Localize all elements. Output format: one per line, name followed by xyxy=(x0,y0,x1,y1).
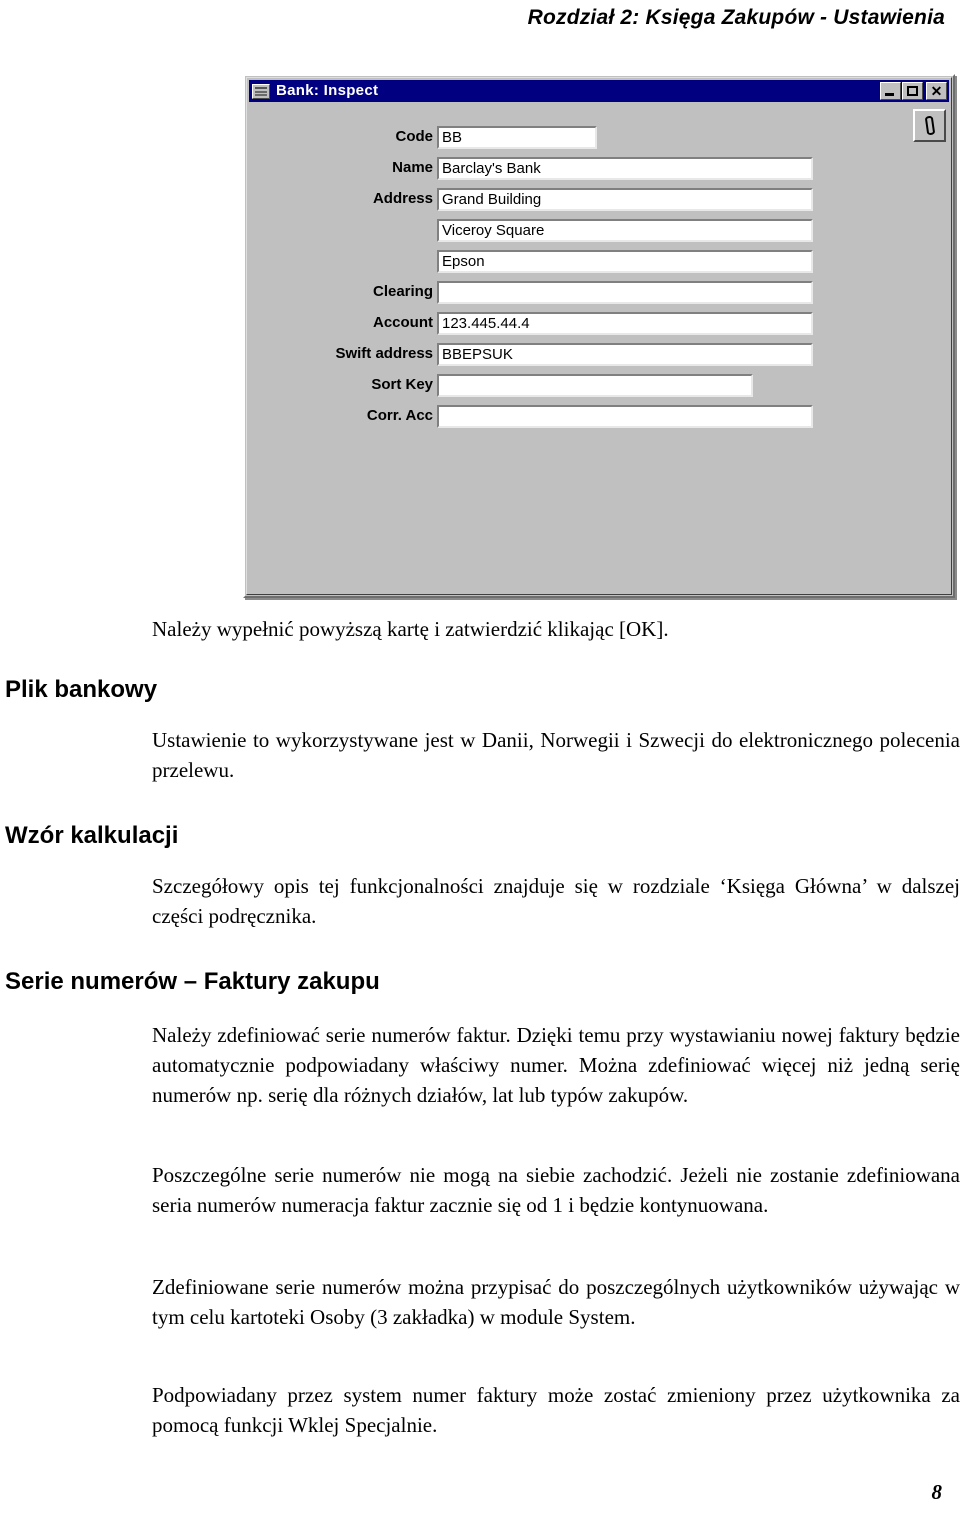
account-input[interactable]: 123.445.44.4 xyxy=(437,312,813,335)
bank-inspect-dialog: Bank: Inspect ✕ Code BB Name Barclay's B… xyxy=(243,74,955,598)
field-label-account: Account xyxy=(373,314,433,331)
form-row-code: Code BB xyxy=(245,126,953,150)
minimize-icon xyxy=(885,93,894,96)
dialog-titlebar[interactable]: Bank: Inspect ✕ xyxy=(249,80,949,102)
paragraph-serie-numerow-4: Podpowiadany przez system numer faktury … xyxy=(152,1383,960,1437)
code-input[interactable]: BB xyxy=(437,126,597,149)
form-row-name: Name Barclay's Bank xyxy=(245,157,953,181)
minimize-button[interactable] xyxy=(880,82,901,100)
paragraph-serie-numerow-1: Należy zdefiniować serie numerów faktur.… xyxy=(152,1023,960,1107)
field-label-address: Address xyxy=(372,190,433,207)
address-line3-input[interactable]: Epson xyxy=(437,250,813,273)
form-row-address-2: Viceroy Square xyxy=(245,219,953,243)
form-row-address-3: Epson xyxy=(245,250,953,274)
field-label-name: Name xyxy=(392,159,433,176)
corr-acc-input[interactable] xyxy=(437,405,813,428)
clearing-input[interactable] xyxy=(437,281,813,304)
page-number: 8 xyxy=(931,1480,943,1504)
form-row-address-1: Address Grand Building xyxy=(245,188,953,212)
field-label-sort-key: Sort Key xyxy=(371,376,433,393)
bank-inspect-figure: Bank: Inspect ✕ Code BB Name Barclay's B… xyxy=(243,74,955,598)
dialog-title: Bank: Inspect xyxy=(276,82,379,99)
maximize-button[interactable] xyxy=(902,82,923,100)
figure-caption: Należy wypełnić powyższą kartę i zatwier… xyxy=(152,617,669,641)
paragraph-plik-bankowy: Ustawienie to wykorzystywane jest w Dani… xyxy=(152,728,960,782)
form-row-swift-address: Swift address BBEPSUK xyxy=(245,343,953,367)
window-document-icon xyxy=(252,83,270,99)
close-icon: ✕ xyxy=(930,83,943,99)
form-row-clearing: Clearing xyxy=(245,281,953,305)
paragraph-serie-numerow-3: Zdefiniowane serie numerów można przypis… xyxy=(152,1275,960,1329)
sort-key-input[interactable] xyxy=(437,374,753,397)
name-input[interactable]: Barclay's Bank xyxy=(437,157,813,180)
running-header: Rozdział 2: Księga Zakupów - Ustawienia xyxy=(527,6,945,29)
address-line1-input[interactable]: Grand Building xyxy=(437,188,813,211)
field-label-swift-address: Swift address xyxy=(335,345,433,362)
address-line2-input[interactable]: Viceroy Square xyxy=(437,219,813,242)
heading-wzor-kalkulacji: Wzór kalkulacji xyxy=(5,822,179,849)
swift-address-input[interactable]: BBEPSUK xyxy=(437,343,813,366)
form-row-sort-key: Sort Key xyxy=(245,374,953,398)
maximize-icon xyxy=(907,86,918,96)
form-row-corr-acc: Corr. Acc xyxy=(245,405,953,429)
field-label-clearing: Clearing xyxy=(372,283,433,300)
heading-serie-numerow: Serie numerów – Faktury zakupu xyxy=(5,968,380,995)
form-row-account: Account 123.445.44.4 xyxy=(245,312,953,336)
field-label-corr-acc: Corr. Acc xyxy=(366,407,433,424)
paragraph-serie-numerow-2: Poszczególne serie numerów nie mogą na s… xyxy=(152,1163,960,1217)
close-button[interactable]: ✕ xyxy=(926,82,947,100)
paragraph-wzor-kalkulacji: Szczegółowy opis tej funkcjonalności zna… xyxy=(152,874,960,928)
heading-plik-bankowy: Plik bankowy xyxy=(5,676,158,703)
field-label-code: Code xyxy=(395,128,434,145)
